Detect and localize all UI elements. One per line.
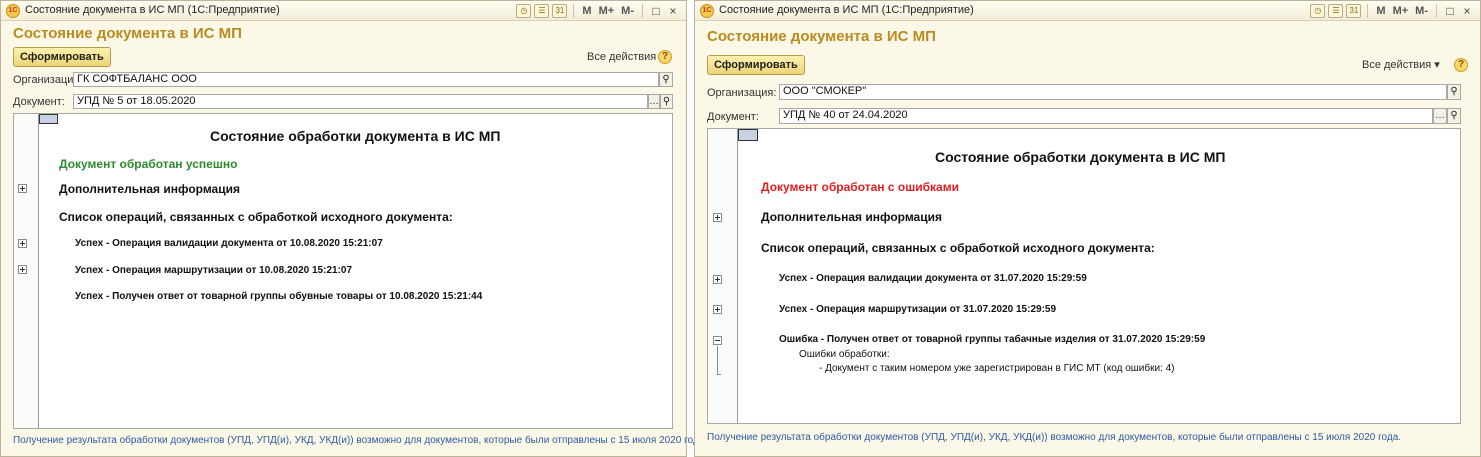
organization-field[interactable]: ГК СОФТБАЛАНС ООО xyxy=(73,72,659,87)
title-bar[interactable]: 1С Состояние документа в ИС МП (1С:Предп… xyxy=(695,1,1480,21)
plus-icon[interactable] xyxy=(713,213,722,222)
footnote: Получение результата обработки документо… xyxy=(707,432,1402,443)
history-icon[interactable]: ◷ xyxy=(1310,4,1326,18)
operation-row: Успех - Операция маршрутизации от 10.08.… xyxy=(75,265,353,276)
ellipsis-icon[interactable]: … xyxy=(1433,108,1447,124)
all-actions-menu[interactable]: Все действия ▾ xyxy=(587,50,665,63)
report-corner-marker xyxy=(39,114,58,124)
report-area[interactable]: Состояние обработки документа в ИС МП До… xyxy=(13,113,673,429)
all-actions-menu[interactable]: Все действия ▾ xyxy=(1362,58,1440,71)
organization-label: Организация: xyxy=(707,87,777,99)
operation-row: Успех - Операция валидации документа от … xyxy=(75,238,383,249)
report-area[interactable]: Состояние обработки документа в ИС МП До… xyxy=(707,128,1461,424)
memory-minus-button[interactable]: M- xyxy=(1413,5,1430,17)
plus-icon[interactable] xyxy=(713,305,722,314)
plus-icon[interactable] xyxy=(18,239,27,248)
operations-heading: Список операций, связанных с обработкой … xyxy=(59,210,453,224)
minus-icon[interactable] xyxy=(713,336,722,345)
organization-field[interactable]: ООО "СМОКЕР" xyxy=(779,84,1447,100)
memory-plus-button[interactable]: M+ xyxy=(1391,5,1411,17)
memory-minus-button[interactable]: M- xyxy=(619,5,636,17)
memory-button[interactable]: M xyxy=(1374,5,1387,17)
operations-heading: Список операций, связанных с обработкой … xyxy=(761,241,1155,255)
history-icon[interactable]: ◷ xyxy=(516,4,532,18)
report-title: Состояние обработки документа в ИС МП xyxy=(935,149,1226,165)
operation-row: Успех - Операция маршрутизации от 31.07.… xyxy=(779,304,1057,315)
document-label: Документ: xyxy=(13,96,65,108)
operation-row: Успех - Операция валидации документа от … xyxy=(779,273,1087,284)
operation-row-error: Ошибка - Получен ответ от товарной групп… xyxy=(779,334,1206,345)
operation-row: Успех - Получен ответ от товарной группы… xyxy=(75,291,483,302)
close-button[interactable]: × xyxy=(666,4,680,18)
list-icon[interactable]: ☰ xyxy=(534,4,550,18)
magnifier-icon[interactable]: ⚲ xyxy=(1447,84,1461,100)
close-button[interactable]: × xyxy=(1460,4,1474,18)
document-field[interactable]: УПД № 40 от 24.04.2020 xyxy=(779,108,1433,124)
additional-info-heading: Дополнительная информация xyxy=(761,210,942,224)
title-bar[interactable]: 1С Состояние документа в ИС МП (1С:Предп… xyxy=(1,1,686,21)
document-status: Документ обработан успешно xyxy=(59,157,238,171)
help-icon[interactable]: ? xyxy=(1454,58,1468,72)
list-icon[interactable]: ☰ xyxy=(1328,4,1344,18)
generate-button[interactable]: Сформировать xyxy=(707,55,805,75)
tree-line xyxy=(717,346,721,375)
report-window-right: 1С Состояние документа в ИС МП (1С:Предп… xyxy=(694,0,1481,457)
form-heading: Состояние документа в ИС МП xyxy=(13,25,242,42)
restore-button[interactable]: □ xyxy=(1443,4,1457,18)
window-title: Состояние документа в ИС МП (1С:Предприя… xyxy=(719,4,974,16)
report-window-left: 1С Состояние документа в ИС МП (1С:Предп… xyxy=(0,0,707,457)
plus-icon[interactable] xyxy=(713,275,722,284)
error-detail: - Документ с таким номером уже зарегистр… xyxy=(819,363,1175,374)
memory-button[interactable]: M xyxy=(580,5,593,17)
report-corner-marker xyxy=(738,129,758,141)
document-field[interactable]: УПД № 5 от 18.05.2020 xyxy=(73,94,648,109)
form-heading: Состояние документа в ИС МП xyxy=(707,28,936,45)
help-icon[interactable]: ? xyxy=(658,50,672,64)
magnifier-icon[interactable]: ⚲ xyxy=(660,94,673,109)
errors-label: Ошибки обработки: xyxy=(799,349,890,360)
organization-label: Организация: xyxy=(13,74,83,86)
additional-info-heading: Дополнительная информация xyxy=(59,182,240,196)
document-label: Документ: xyxy=(707,111,759,123)
document-status: Документ обработан с ошибками xyxy=(761,180,959,194)
calendar-icon[interactable]: 31 xyxy=(1346,4,1362,18)
window-title: Состояние документа в ИС МП (1С:Предприя… xyxy=(25,4,280,16)
1c-logo-icon: 1С xyxy=(700,4,714,18)
generate-button[interactable]: Сформировать xyxy=(13,47,111,67)
calendar-icon[interactable]: 31 xyxy=(552,4,568,18)
footnote: Получение результата обработки документо… xyxy=(13,435,708,446)
report-title: Состояние обработки документа в ИС МП xyxy=(210,128,501,144)
magnifier-icon[interactable]: ⚲ xyxy=(1447,108,1461,124)
restore-button[interactable]: □ xyxy=(649,4,663,18)
plus-icon[interactable] xyxy=(18,265,27,274)
1c-logo-icon: 1С xyxy=(6,4,20,18)
magnifier-icon[interactable]: ⚲ xyxy=(659,72,673,87)
memory-plus-button[interactable]: M+ xyxy=(597,5,617,17)
plus-icon[interactable] xyxy=(18,184,27,193)
ellipsis-icon[interactable]: … xyxy=(648,94,660,109)
